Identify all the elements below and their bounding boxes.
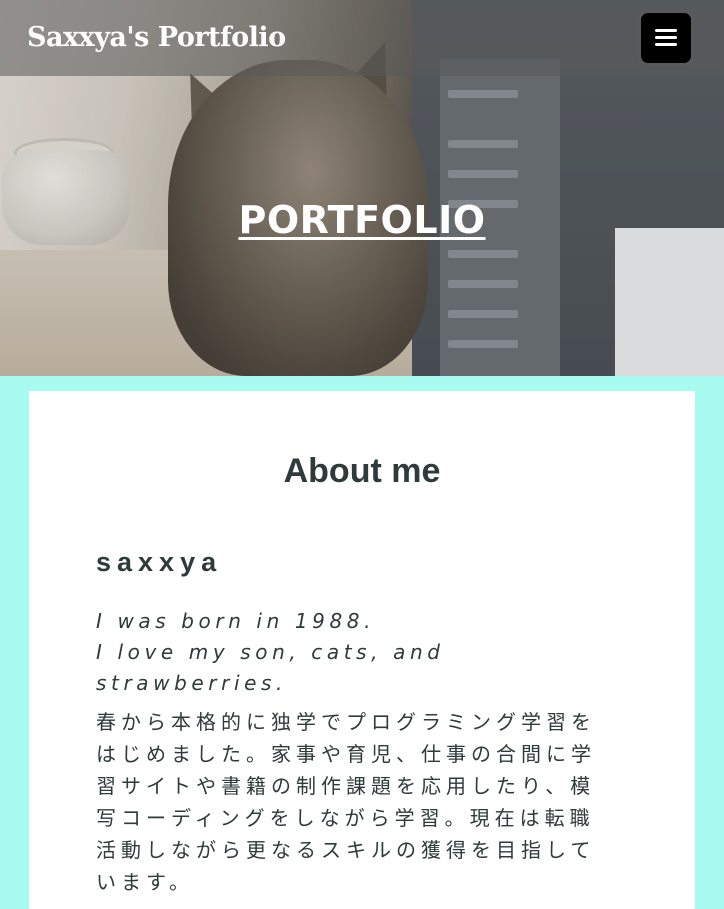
intro-line: I love my son, cats, and strawberries. [96, 640, 445, 695]
intro-line: I was born in 1988. [96, 609, 376, 633]
profile-name: saxxya [96, 547, 223, 577]
hero-title-link[interactable]: PORTFOLIO [238, 198, 485, 242]
hamburger-menu-icon [655, 29, 677, 47]
profile-bio: 春から本格的に独学でプログラミング学習をはじめました。家事や育児、仕事の合間に学… [96, 710, 596, 894]
menu-button[interactable] [638, 10, 694, 66]
site-title[interactable]: Saxxya's Portfolio [27, 22, 286, 53]
site-header: Saxxya's Portfolio [0, 0, 724, 76]
hero-title[interactable]: PORTFOLIO [0, 198, 724, 242]
about-heading: About me [283, 452, 441, 490]
profile-intro: I was born in 1988. I love my son, cats,… [96, 606, 516, 699]
